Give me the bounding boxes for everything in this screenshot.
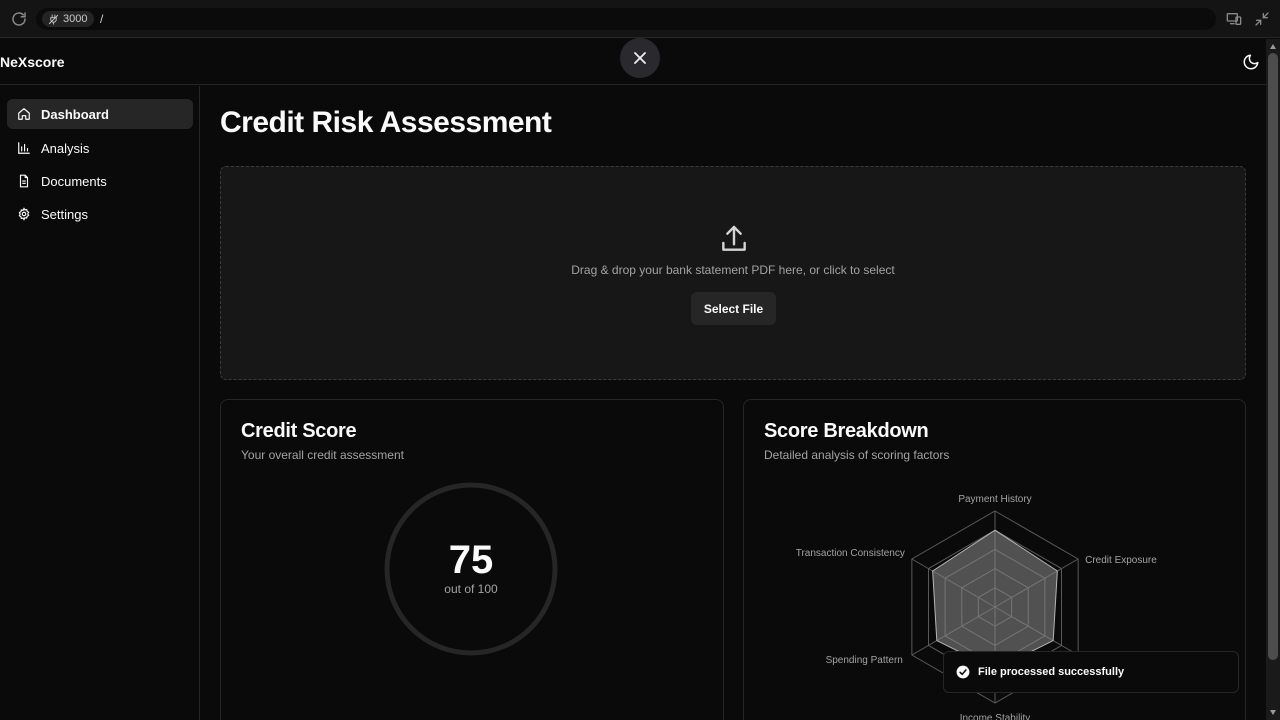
scroll-thumb[interactable] [1268, 53, 1278, 660]
close-icon [634, 52, 646, 64]
radar-axis-label: Transaction Consistency [796, 548, 905, 559]
minimize-icon[interactable] [1254, 11, 1270, 27]
sidebar-item-settings[interactable]: Settings [7, 199, 193, 229]
credit-score-card: Credit Score Your overall credit assessm… [220, 399, 724, 720]
page-scrollbar[interactable] [1266, 39, 1280, 720]
port-badge: 3000 [42, 11, 95, 27]
sidebar: Dashboard Analysis Documents Settings [0, 86, 200, 720]
close-button[interactable] [620, 38, 660, 78]
sidebar-item-label: Dashboard [41, 106, 109, 122]
url-path: / [100, 12, 104, 26]
sidebar-item-label: Settings [41, 206, 88, 222]
sidebar-item-documents[interactable]: Documents [7, 166, 193, 196]
radar-axis-label: Credit Exposure [1085, 555, 1157, 566]
card-title: Credit Score [241, 420, 357, 442]
home-icon [18, 108, 30, 120]
sidebar-item-label: Analysis [41, 140, 90, 156]
success-toast: File processed successfully [943, 651, 1239, 693]
brand-logo[interactable]: NeXscore [0, 54, 65, 70]
scroll-down-icon[interactable] [1269, 708, 1277, 716]
score-value: 75 [448, 538, 494, 582]
file-dropzone[interactable]: Drag & drop your bank statement PDF here… [220, 166, 1246, 380]
check-circle-icon [956, 665, 970, 679]
radar-data-area [932, 529, 1058, 670]
plug-icon [48, 13, 59, 25]
devices-icon[interactable] [1226, 11, 1242, 27]
page-title: Credit Risk Assessment [220, 106, 552, 139]
toast-message: File processed successfully [978, 666, 1125, 678]
radar-axis-label: Payment History [958, 494, 1031, 505]
sidebar-item-label: Documents [41, 173, 107, 189]
port-number: 3000 [63, 13, 88, 25]
select-file-button[interactable]: Select File [691, 292, 776, 325]
upload-icon [722, 225, 746, 251]
card-subtitle: Your overall credit assessment [241, 448, 404, 462]
reload-icon[interactable] [10, 10, 28, 28]
document-icon [19, 174, 29, 188]
sidebar-item-analysis[interactable]: Analysis [7, 133, 193, 163]
radar-axis-label: Income Stability [960, 713, 1031, 720]
score-caption: out of 100 [444, 582, 498, 596]
radar-axis-label: Spending Pattern [826, 655, 903, 666]
scroll-up-icon[interactable] [1269, 43, 1277, 51]
browser-toolbar: 3000 / [0, 0, 1280, 38]
gear-icon [18, 207, 30, 221]
moon-icon[interactable] [1242, 53, 1260, 71]
sidebar-item-dashboard[interactable]: Dashboard [7, 99, 193, 129]
dropzone-instructions: Drag & drop your bank statement PDF here… [571, 263, 895, 277]
address-bar[interactable]: 3000 / [36, 8, 1216, 30]
bar-chart-icon [18, 142, 30, 154]
